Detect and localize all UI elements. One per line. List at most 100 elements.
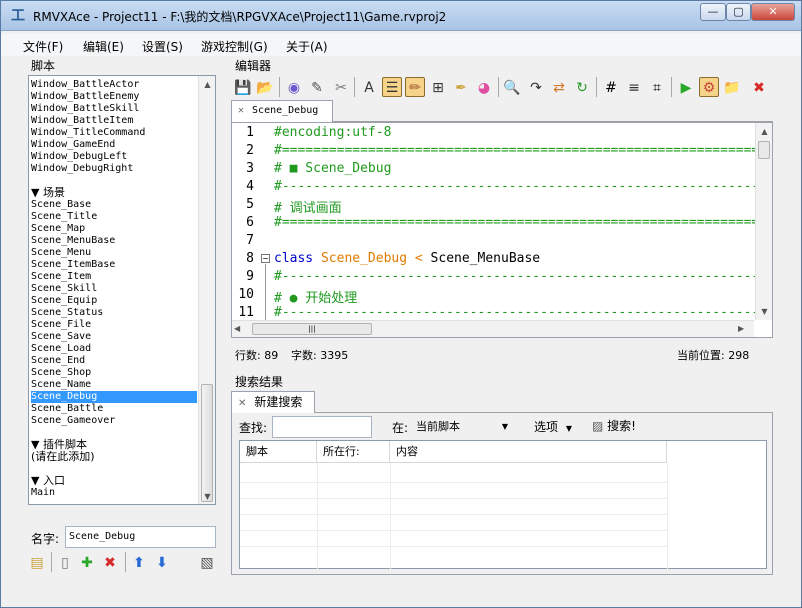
- script-list-item[interactable]: ▼ 场景: [31, 187, 65, 199]
- search-results-table[interactable]: 脚本 所在行: 内容: [239, 440, 767, 569]
- list-icon[interactable]: ≡: [624, 77, 644, 97]
- save-icon[interactable]: 💾: [233, 77, 253, 97]
- highlighter-icon[interactable]: ✒: [451, 77, 471, 97]
- code-line: #---------------------------------------…: [274, 305, 768, 320]
- script-list-item[interactable]: ▼ 入口: [31, 475, 65, 487]
- goto-icon[interactable]: ↷: [526, 77, 546, 97]
- minimize-button[interactable]: —: [700, 3, 726, 21]
- script-list-item[interactable]: Scene_Debug: [31, 391, 197, 403]
- code-scroll-right-icon[interactable]: ▶: [738, 321, 752, 337]
- close-icon[interactable]: ✖: [749, 77, 769, 97]
- script-list-item[interactable]: (请在此添加): [31, 451, 95, 463]
- column-header-content[interactable]: 内容: [390, 441, 667, 463]
- export-icon[interactable]: ▧: [197, 552, 217, 572]
- script-list-item[interactable]: Scene_Name: [31, 379, 91, 391]
- code-scroll-down-icon[interactable]: ▼: [756, 303, 772, 320]
- script-list-item[interactable]: Scene_Item: [31, 271, 91, 283]
- script-list-item[interactable]: Scene_Skill: [31, 283, 97, 295]
- line-number: 11: [238, 305, 254, 320]
- menu-edit[interactable]: 编辑(E): [83, 38, 124, 55]
- replace-icon[interactable]: ⇄: [549, 77, 569, 97]
- script-list-item[interactable]: Window_TitleCommand: [31, 127, 145, 139]
- scope-select[interactable]: 当前脚本 ▼: [412, 416, 512, 438]
- menu-settings[interactable]: 设置(S): [142, 38, 183, 55]
- script-list-item[interactable]: Scene_End: [31, 355, 85, 367]
- script-list[interactable]: ▲ ▼ Window_BattleActor Window_BattleEnemy…: [28, 75, 216, 505]
- fold-toggle-icon[interactable]: −: [261, 254, 270, 263]
- script-list-item[interactable]: Scene_MenuBase: [31, 235, 115, 247]
- tab-new-search[interactable]: ✕ 新建搜索: [231, 391, 315, 413]
- scroll-thumb[interactable]: [201, 384, 213, 502]
- crop-icon[interactable]: ⌗: [647, 77, 667, 97]
- code-scroll-up-icon[interactable]: ▲: [756, 123, 772, 140]
- column-header-script[interactable]: 脚本: [240, 441, 317, 463]
- script-list-item[interactable]: Window_BattleEnemy: [31, 91, 139, 103]
- find-input[interactable]: [272, 416, 372, 438]
- menu-file[interactable]: 文件(F): [23, 38, 63, 55]
- menu-about[interactable]: 关于(A): [286, 38, 328, 55]
- script-list-item[interactable]: Scene_Battle: [31, 403, 103, 415]
- script-list-item[interactable]: Scene_Menu: [31, 247, 91, 259]
- move-up-icon[interactable]: ⬆: [129, 552, 149, 572]
- menu-game[interactable]: 游戏控制(G): [201, 38, 268, 55]
- code-line: #=======================================…: [274, 143, 773, 158]
- code-vertical-scrollbar[interactable]: ▲ ▼: [755, 123, 772, 320]
- script-name-input[interactable]: Scene_Debug: [65, 526, 216, 548]
- grid-icon[interactable]: ⊞: [428, 77, 448, 97]
- script-list-item[interactable]: Window_BattleSkill: [31, 103, 139, 115]
- script-list-item[interactable]: Window_DebugLeft: [31, 151, 127, 163]
- column-header-line[interactable]: 所在行:: [317, 441, 390, 463]
- tab-label: Scene_Debug: [252, 105, 319, 116]
- move-down-icon[interactable]: ⬇: [152, 552, 172, 572]
- script-list-scrollbar[interactable]: ▲ ▼: [198, 76, 215, 504]
- script-list-item[interactable]: Window_GameEnd: [31, 139, 115, 151]
- script-list-item[interactable]: Scene_ItemBase: [31, 259, 115, 271]
- hash-icon[interactable]: #: [601, 77, 621, 97]
- script-list-item[interactable]: Scene_Shop: [31, 367, 91, 379]
- search-tab-close-icon[interactable]: ✕: [238, 398, 246, 409]
- script-list-item[interactable]: Scene_Save: [31, 331, 91, 343]
- options-dropdown[interactable]: 选项 ▼: [534, 418, 572, 435]
- script-list-item[interactable]: Scene_Base: [31, 199, 91, 211]
- code-editor[interactable]: 1 2 3 4 5 6 7 8 9 10 11 #encoding:utf-8 #==========…: [231, 122, 773, 338]
- script-list-item[interactable]: Scene_Status: [31, 307, 103, 319]
- scroll-up-arrow-icon[interactable]: ▲: [199, 76, 215, 93]
- tools-icon[interactable]: ✂: [331, 77, 351, 97]
- delete-icon[interactable]: ✖: [100, 552, 120, 572]
- indent-icon[interactable]: ☰: [382, 77, 402, 97]
- tab-close-icon[interactable]: ✕: [238, 105, 244, 116]
- search-icon[interactable]: 🔍: [502, 77, 522, 97]
- add-icon[interactable]: ✚: [77, 552, 97, 572]
- code-horizontal-scrollbar[interactable]: ◀ ||| ▶: [232, 320, 754, 337]
- settings-icon[interactable]: ⚙: [699, 77, 719, 97]
- script-list-item[interactable]: Scene_File: [31, 319, 91, 331]
- color-wheel-icon[interactable]: ◕: [474, 77, 494, 97]
- search-button[interactable]: ▨ 搜索!: [592, 417, 636, 434]
- script-list-item[interactable]: Window_BattleActor: [31, 79, 139, 91]
- code-scroll-thumb[interactable]: [758, 141, 770, 159]
- script-list-item[interactable]: Scene_Map: [31, 223, 85, 235]
- preview-icon[interactable]: ◉: [284, 77, 304, 97]
- script-list-item[interactable]: Scene_Title: [31, 211, 97, 223]
- code-scroll-left-icon[interactable]: ◀: [234, 321, 248, 337]
- edit-icon[interactable]: ✎: [307, 77, 327, 97]
- new-icon[interactable]: ▯: [55, 552, 75, 572]
- scroll-down-arrow-icon[interactable]: ▼: [199, 488, 215, 504]
- run-icon[interactable]: ▶: [676, 77, 696, 97]
- import-icon[interactable]: ▤: [27, 552, 47, 572]
- font-size-icon[interactable]: A: [359, 77, 379, 97]
- script-list-item[interactable]: Main: [31, 487, 55, 499]
- open-folder-icon[interactable]: 📂: [255, 77, 275, 97]
- script-list-item[interactable]: Scene_Load: [31, 343, 91, 355]
- script-list-item[interactable]: Scene_Equip: [31, 295, 97, 307]
- maximize-button[interactable]: ▢: [726, 3, 751, 21]
- tab-scene-debug[interactable]: ✕ Scene_Debug: [231, 100, 333, 122]
- code-hscroll-thumb[interactable]: |||: [252, 323, 372, 335]
- folder-icon[interactable]: 📁: [722, 77, 742, 97]
- script-list-item[interactable]: Window_DebugRight: [31, 163, 133, 175]
- script-list-item[interactable]: Window_BattleItem: [31, 115, 133, 127]
- pencil-icon[interactable]: ✏: [405, 77, 425, 97]
- close-window-button[interactable]: ✕: [751, 3, 795, 21]
- script-list-item[interactable]: Scene_Gameover: [31, 415, 115, 427]
- refresh-icon[interactable]: ↻: [572, 77, 592, 97]
